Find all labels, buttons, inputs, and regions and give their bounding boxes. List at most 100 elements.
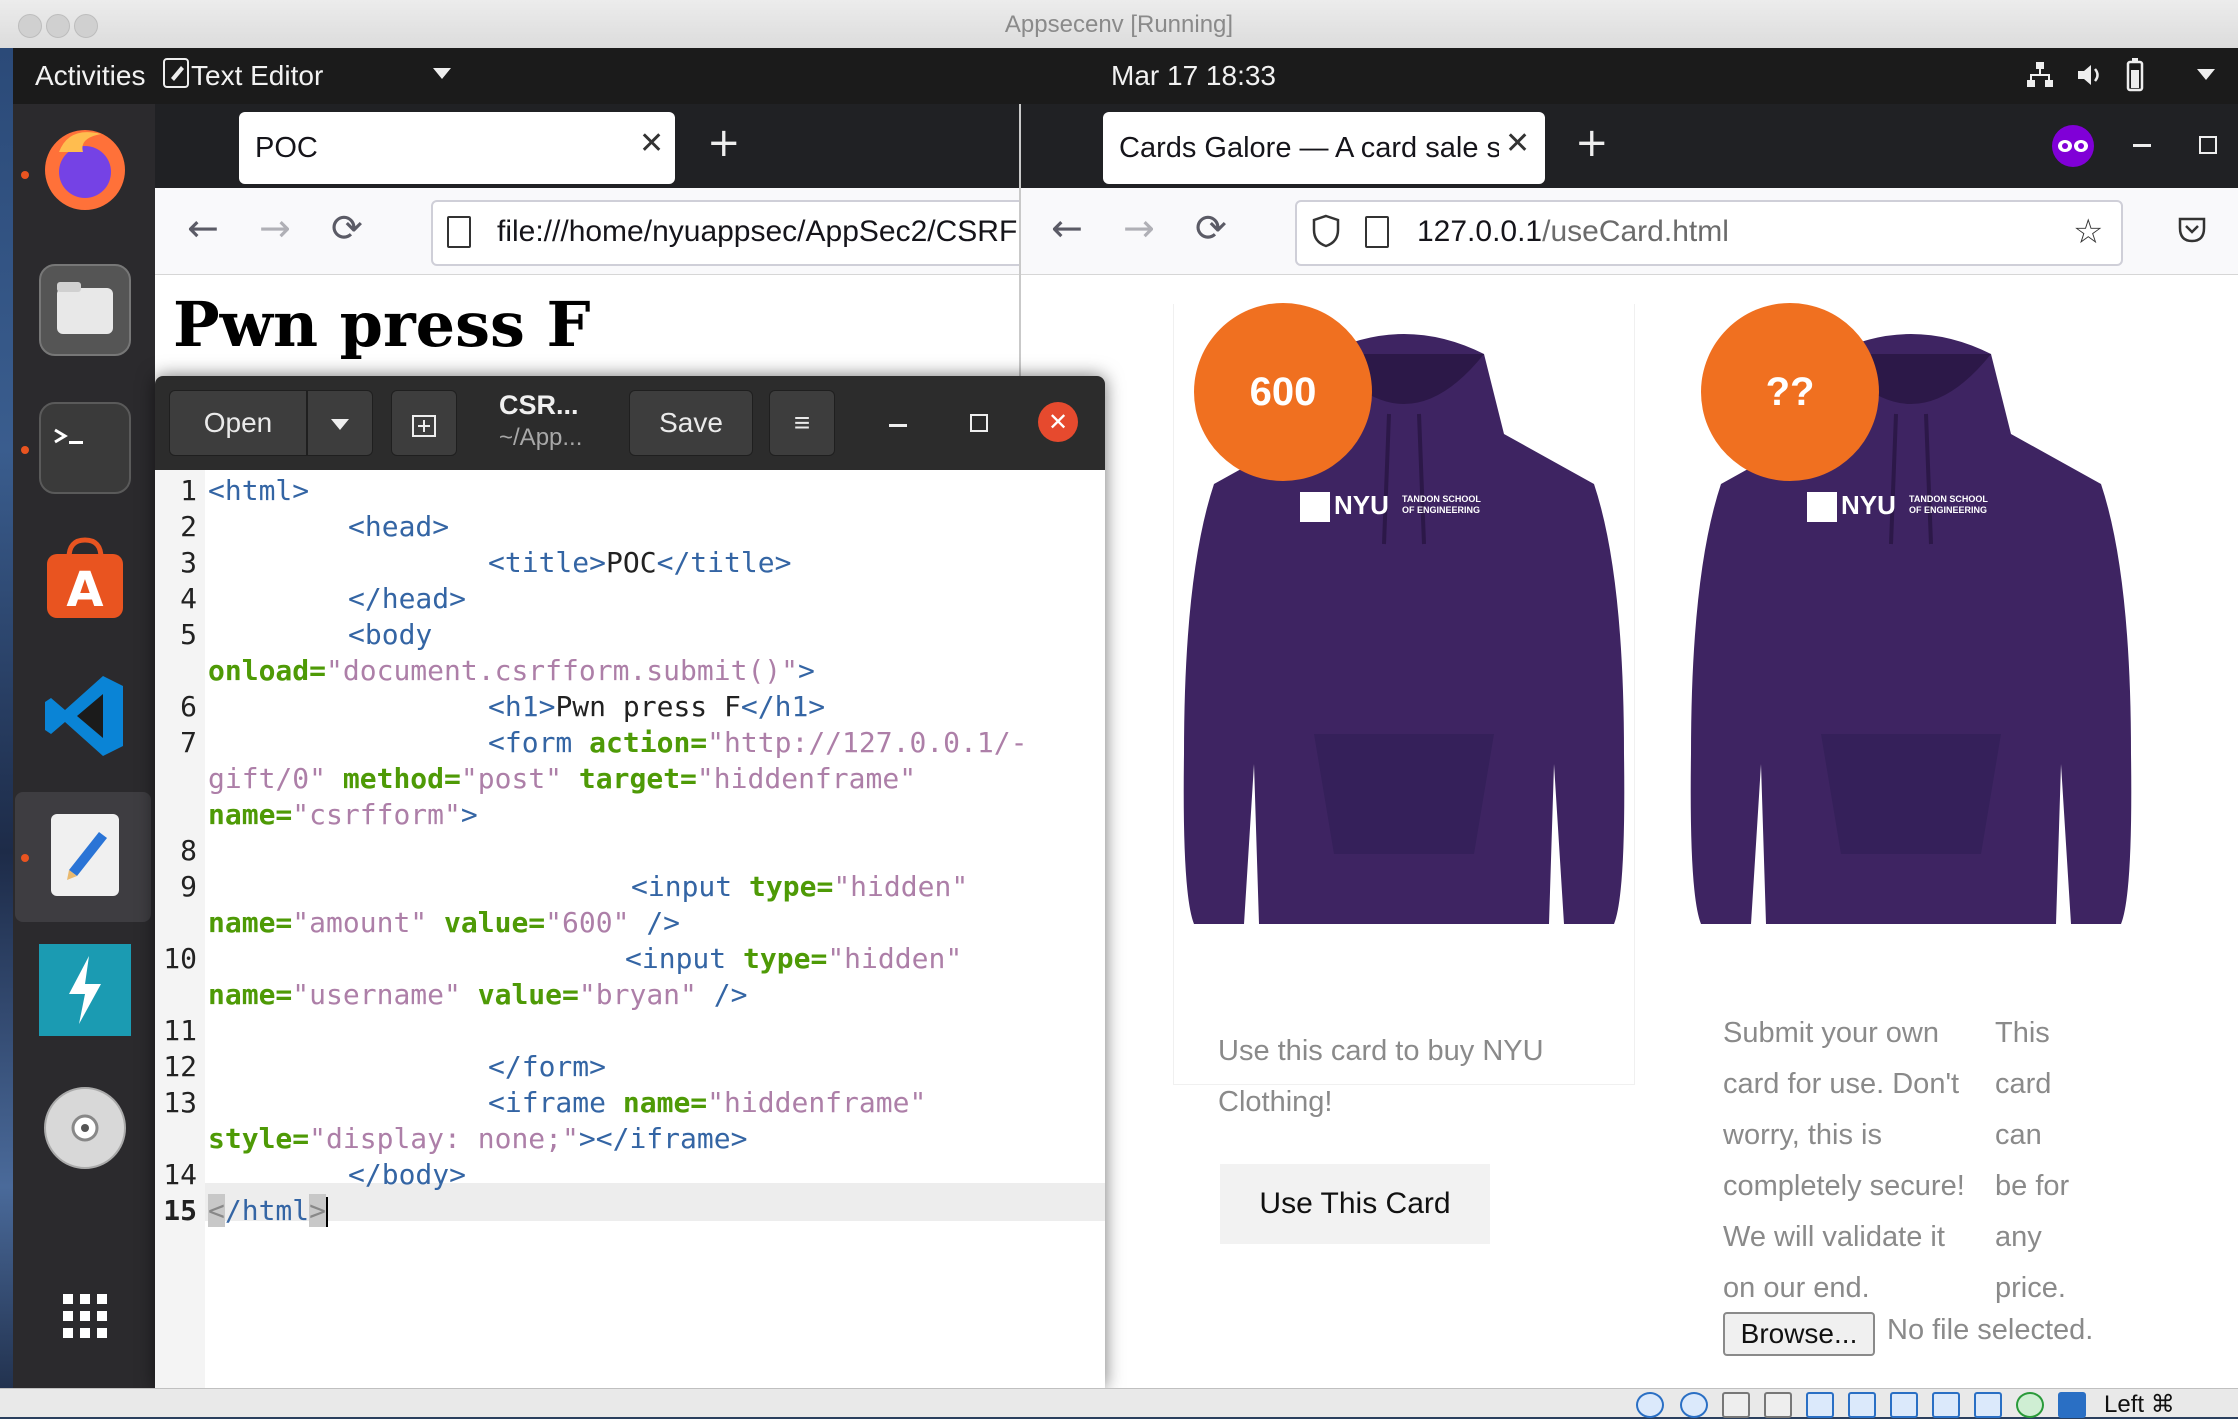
app-menu-chevron-down-icon[interactable] (433, 68, 451, 79)
show-applications-icon[interactable] (39, 1270, 131, 1362)
hard-disk-icon[interactable] (1636, 1392, 1664, 1418)
current-line-highlight (205, 1183, 1105, 1221)
nyu-torch-icon (1300, 492, 1330, 522)
url-text[interactable]: file:///home/nyuappsec/AppSec2/CSRF (497, 215, 1017, 249)
minimize-window-icon[interactable] (889, 424, 907, 427)
use-this-card-button[interactable]: Use This Card (1220, 1164, 1490, 1244)
text-editor-icon[interactable] (39, 808, 131, 900)
terminal-icon[interactable] (39, 402, 131, 494)
new-tab-plus-icon[interactable]: + (707, 120, 741, 166)
running-indicator (21, 171, 29, 179)
page-icon (1365, 216, 1389, 248)
close-tab-icon[interactable]: ✕ (1505, 126, 1531, 161)
volume-icon[interactable] (2075, 60, 2105, 97)
url-text[interactable]: 127.0.0.1/useCard.html (1417, 215, 1729, 249)
keyboard-capture-icon[interactable] (2058, 1392, 2086, 1418)
card-description: Use this card to buy NYU Clothing! (1218, 1035, 1544, 1118)
open-menu-chevron-down-icon[interactable] (307, 390, 373, 456)
card-value-badge: 600 (1194, 303, 1372, 481)
text-editor-window: Open CSR... ~/App... Save ≡ ✕ 1 <html> 2 <… (155, 376, 1105, 1388)
page-heading: Pwn press F (173, 288, 591, 361)
card-value-badge: ?? (1701, 303, 1879, 481)
pocket-icon[interactable] (2177, 214, 2207, 248)
system-menu-chevron-down-icon[interactable] (2197, 69, 2215, 80)
shared-folders-icon[interactable] (1848, 1392, 1876, 1418)
hoodie-brand: NYU (1334, 490, 1389, 520)
card-600: NYU TANDON SCHOOL OF ENGINEERING 600 Use … (1173, 303, 1635, 1244)
editor-header-bar: Open CSR... ~/App... Save ≡ ✕ (155, 376, 1105, 470)
clock[interactable]: Mar 17 18:33 (1111, 60, 1276, 92)
card-description: Submit your own card for use. Don't worr… (1723, 1017, 1965, 1304)
vm-status-bar: Left ⌘ (0, 1388, 2238, 1418)
vscode-icon[interactable] (39, 670, 131, 762)
new-tab-icon[interactable] (391, 390, 457, 456)
document-name: CSR... (499, 390, 579, 420)
left-browser-nav-bar: ← → ⟳ file:///home/nyuappsec/AppSec2/CSR… (155, 188, 1055, 275)
save-button[interactable]: Save (629, 390, 753, 456)
display-icon[interactable] (1890, 1392, 1918, 1418)
document-path: ~/App... (499, 424, 583, 451)
bookmark-star-icon[interactable]: ☆ (2073, 212, 2103, 252)
virtualization-icon[interactable] (1974, 1392, 2002, 1418)
right-browser-window: Cards Galore — A card sale site ✕ + ← → … (1019, 104, 2238, 1388)
page-icon (447, 216, 471, 248)
new-tab-plus-icon[interactable]: + (1575, 120, 1609, 166)
optical-drive-icon[interactable] (1680, 1392, 1708, 1418)
usb-icon[interactable] (1806, 1392, 1834, 1418)
hoodie-school: TANDON SCHOOL OF ENGINEERING (1402, 494, 1481, 515)
right-browser-nav-bar: ← → ⟳ 127.0.0.1/useCard.html ☆ (1021, 188, 2238, 275)
tab-poc[interactable]: POC ✕ (239, 112, 675, 184)
app-menu-label[interactable]: Text Editor (191, 60, 323, 92)
text-cursor (326, 1197, 329, 1227)
video-capture-icon[interactable] (1932, 1392, 1960, 1418)
zap-icon[interactable] (39, 944, 131, 1036)
running-indicator (21, 854, 29, 862)
text-editor-app-icon (163, 58, 189, 88)
tab-title: Cards Galore — A card sale site (1119, 132, 1499, 164)
maximize-window-icon[interactable] (2199, 136, 2217, 154)
left-browser-tab-bar: POC ✕ + (155, 104, 1019, 188)
minimize-window-icon[interactable] (2133, 144, 2151, 147)
card-side-text: This card can be for any price. (1995, 1017, 2070, 1304)
forward-arrow-icon[interactable]: → (1123, 206, 1155, 250)
file-status: No file selected. (1887, 1314, 2094, 1346)
battery-icon[interactable] (2121, 58, 2149, 99)
disc-icon[interactable] (39, 1082, 131, 1174)
close-window-icon[interactable]: ✕ (1038, 402, 1078, 442)
back-arrow-icon[interactable]: ← (1051, 206, 1083, 250)
ubuntu-top-bar: Activities Text Editor Mar 17 18:33 (13, 48, 2238, 104)
tab-cards-galore[interactable]: Cards Galore — A card sale site ✕ (1103, 112, 1545, 184)
reload-icon[interactable]: ⟳ (331, 206, 363, 250)
nyu-torch-icon (1807, 492, 1837, 522)
host-key-label: Left ⌘ (2104, 1391, 2175, 1418)
audio-icon[interactable] (1722, 1392, 1750, 1418)
reload-icon[interactable]: ⟳ (1195, 206, 1227, 250)
vm-window-titlebar: Appsecenv [Running] (0, 0, 2238, 49)
back-arrow-icon[interactable]: ← (187, 206, 219, 250)
maximize-window-icon[interactable] (970, 414, 988, 432)
hoodie-school: TANDON SCHOOL OF ENGINEERING (1909, 494, 1988, 515)
open-button[interactable]: Open (169, 390, 307, 456)
network-icon[interactable] (2025, 60, 2055, 97)
left-url-bar[interactable]: file:///home/nyuappsec/AppSec2/CSRF (431, 200, 1055, 266)
network-adapter-icon[interactable] (1764, 1392, 1792, 1418)
card-custom: NYU TANDON SCHOOL OF ENGINEERING ?? Submi… (1681, 303, 2141, 1404)
activities-button[interactable]: Activities (35, 60, 145, 92)
private-browsing-mask-icon (2051, 124, 2095, 172)
tab-title: POC (255, 132, 318, 164)
mouse-integration-icon[interactable] (2016, 1392, 2044, 1418)
hamburger-menu-icon[interactable]: ≡ (769, 390, 835, 456)
hoodie-brand: NYU (1841, 490, 1896, 520)
desktop-wallpaper-strip (0, 48, 13, 1388)
ubuntu-dock: A (13, 104, 155, 1388)
files-icon[interactable] (39, 264, 131, 356)
running-indicator (21, 446, 29, 454)
browse-file-button[interactable]: Browse... (1723, 1312, 1875, 1356)
shield-icon[interactable] (1311, 214, 1341, 256)
ubuntu-software-icon[interactable]: A (39, 534, 131, 626)
right-url-bar[interactable]: 127.0.0.1/useCard.html ☆ (1295, 200, 2123, 266)
right-browser-tab-bar: Cards Galore — A card sale site ✕ + (1021, 104, 2238, 188)
forward-arrow-icon[interactable]: → (259, 206, 291, 250)
close-tab-icon[interactable]: ✕ (639, 126, 664, 161)
firefox-icon[interactable] (39, 122, 131, 214)
